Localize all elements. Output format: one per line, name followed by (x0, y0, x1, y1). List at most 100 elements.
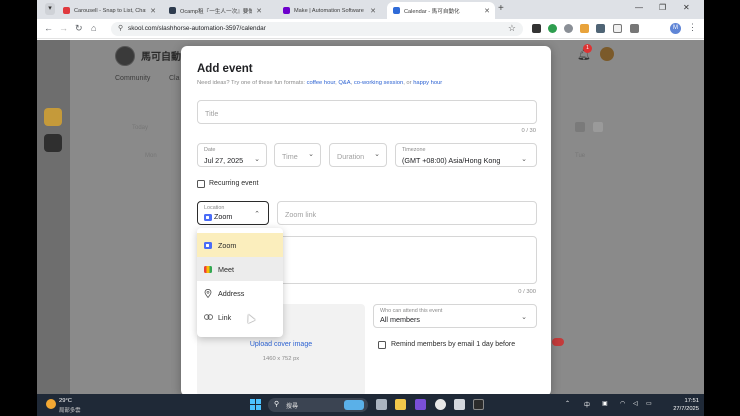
calendar-view-icon[interactable] (575, 122, 585, 132)
zoom-icon (204, 241, 212, 249)
tab-groups-icon[interactable] (613, 24, 622, 33)
browser-tab-bar: ▾ Carousell - Snap to List, Chat ✕ Ocamp… (37, 0, 704, 19)
nav-classroom[interactable]: Cla (169, 75, 180, 82)
site-info-icon[interactable]: ⚲ (118, 24, 123, 32)
reload-icon[interactable]: ↻ (75, 23, 83, 34)
chevron-down-icon: ⌄ (254, 156, 260, 163)
close-window-icon[interactable]: ✕ (683, 3, 690, 12)
idea-link-coworking[interactable]: co-working session (354, 80, 403, 86)
recurring-event-label[interactable]: Recurring event (209, 180, 258, 187)
browser-tab-ocamp[interactable]: Ocamp租『一生人一次』要做 ✕ (163, 2, 267, 19)
nav-community[interactable]: Community (115, 75, 150, 82)
make-favicon-icon (283, 7, 290, 14)
timezone-select[interactable]: Timezone (GMT +08:00) Asia/Hong Kong ⌄ (395, 143, 537, 167)
notification-count-badge: 1 (583, 44, 592, 53)
location-options-menu: Zoom Meet Address Link (197, 228, 283, 337)
zoom-link-input[interactable]: Zoom link (277, 201, 537, 225)
location-option-address[interactable]: Address (197, 281, 283, 305)
upload-cover-link[interactable]: Upload cover image (197, 341, 365, 348)
tray-overflow-icon[interactable]: ⌃ (565, 400, 570, 407)
ocamp-favicon-icon (169, 7, 176, 14)
back-icon[interactable]: ← (44, 23, 53, 33)
windows-taskbar: 29°C 局部多雲 ⚲ 搜尋 ⌃ 中 ▣ ◠ ◁ ▭ 17:51 27/7/20… (37, 394, 704, 416)
email-reminder-label[interactable]: Remind members by email 1 day before (391, 341, 515, 348)
today-label: Today (132, 125, 149, 131)
extension-icon[interactable] (532, 24, 541, 33)
extension-icon[interactable] (580, 24, 589, 33)
location-option-zoom[interactable]: Zoom (197, 233, 283, 257)
browser-tab-make[interactable]: Make | Automation Software ✕ (277, 2, 381, 19)
site-logo[interactable] (115, 46, 135, 66)
app-icon[interactable] (415, 399, 426, 410)
event-marker (552, 338, 564, 346)
group-avatar[interactable] (44, 108, 62, 126)
close-tab-icon[interactable]: ✕ (484, 7, 490, 15)
minimize-icon[interactable]: — (635, 3, 643, 12)
battery-icon[interactable]: ▭ (646, 400, 652, 407)
address-bar[interactable]: ⚲ skool.com/slashhorse-automation-3597/c… (111, 22, 523, 36)
close-tab-icon[interactable]: ✕ (150, 7, 156, 15)
location-option-link[interactable]: Link (197, 305, 283, 329)
app-icon[interactable] (473, 399, 484, 410)
windows-start-icon[interactable] (250, 399, 261, 410)
weekday-header: Mon (145, 153, 157, 159)
bookmark-star-icon[interactable]: ☆ (508, 23, 516, 34)
app-icon[interactable] (454, 399, 465, 410)
maximize-icon[interactable]: ❐ (659, 3, 666, 12)
profile-avatar[interactable]: M (670, 23, 681, 34)
map-pin-icon (204, 288, 214, 298)
system-clock[interactable]: 17:51 27/7/2025 (659, 397, 699, 413)
tab-search-icon[interactable]: ▾ (45, 3, 55, 15)
idea-link-qa[interactable]: Q&A (338, 80, 350, 86)
weekday-header: Tue (575, 153, 586, 159)
new-tab-icon[interactable]: + (498, 3, 504, 14)
chevron-down-icon: ⌄ (308, 151, 314, 158)
group-avatar[interactable] (44, 134, 62, 152)
description-textarea[interactable] (277, 236, 537, 284)
calendar-favicon-icon (393, 7, 400, 14)
modal-subtitle: Need ideas? Try one of these fun formats… (197, 80, 443, 86)
title-input[interactable]: Title (197, 100, 537, 124)
menu-kebab-icon[interactable]: ⋮ (688, 22, 697, 33)
list-view-icon[interactable] (593, 122, 603, 132)
url-text: skool.com/slashhorse-automation-3597/cal… (128, 25, 266, 32)
description-char-count: 0 / 300 (518, 289, 536, 295)
search-highlight-icon (344, 400, 364, 410)
attendance-select[interactable]: Who can attend this event All members ⌄ (373, 304, 537, 328)
chevron-down-icon: ⌄ (374, 151, 380, 158)
browser-tab-calendar[interactable]: Calendar - 馬可自動化 ✕ (387, 2, 495, 19)
location-select[interactable]: Location Zoom ⌃ (197, 201, 269, 225)
volume-icon[interactable]: ◁ (633, 400, 638, 407)
date-picker[interactable]: Date Jul 27, 2025 ⌄ (197, 143, 267, 167)
extensions-puzzle-icon[interactable] (630, 24, 639, 33)
user-avatar[interactable] (600, 47, 614, 61)
duration-select[interactable]: Duration ⌄ (329, 143, 387, 167)
recurring-event-checkbox[interactable] (197, 180, 205, 188)
group-sidebar (37, 40, 70, 394)
home-icon[interactable]: ⌂ (91, 23, 96, 33)
search-icon: ⚲ (274, 401, 280, 408)
wifi-icon[interactable]: ◠ (620, 400, 625, 407)
task-view-icon[interactable] (376, 399, 387, 410)
location-option-meet[interactable]: Meet (197, 257, 283, 281)
title-char-count: 0 / 30 (521, 128, 536, 134)
add-event-modal: Add event Need ideas? Try one of these f… (181, 46, 551, 396)
extension-icon[interactable] (548, 24, 557, 33)
chrome-icon[interactable] (435, 399, 446, 410)
file-explorer-icon[interactable] (395, 399, 406, 410)
extension-icon[interactable] (596, 24, 605, 33)
extension-icon[interactable] (564, 24, 573, 33)
forward-icon[interactable]: → (59, 23, 68, 33)
time-select[interactable]: Time ⌄ (274, 143, 321, 167)
browser-tab-carousell[interactable]: Carousell - Snap to List, Chat ✕ (57, 2, 161, 19)
taskbar-search[interactable]: ⚲ 搜尋 (268, 398, 368, 412)
idea-link-happy-hour[interactable]: happy hour (413, 80, 442, 86)
close-tab-icon[interactable]: ✕ (370, 7, 376, 15)
idea-link-coffee-hour[interactable]: coffee hour (307, 80, 336, 86)
app-tray-icon[interactable]: ▣ (602, 400, 608, 407)
carousell-favicon-icon (63, 7, 70, 14)
email-reminder-checkbox[interactable] (378, 341, 386, 349)
close-tab-icon[interactable]: ✕ (256, 7, 262, 15)
input-method-indicator[interactable]: 中 (584, 400, 590, 409)
screen: ▾ Carousell - Snap to List, Chat ✕ Ocamp… (37, 0, 704, 416)
